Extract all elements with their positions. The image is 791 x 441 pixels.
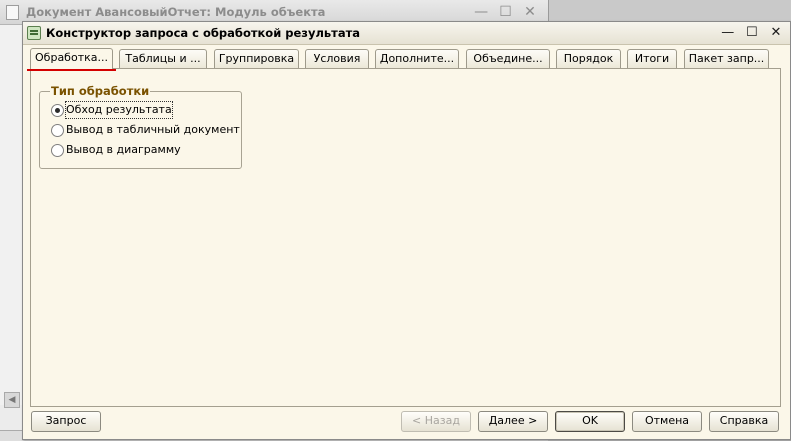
processing-type-group: Тип обработки Обход результата Вывод в т…: [39, 84, 242, 169]
back-button[interactable]: < Назад: [401, 411, 471, 432]
query-button[interactable]: Запрос: [31, 411, 101, 432]
radio-label: Обход результата: [65, 101, 173, 119]
tab-conditions[interactable]: Условия: [305, 49, 369, 68]
radio-label: Вывод в диаграмму: [66, 143, 181, 156]
tab-query-batch[interactable]: Пакет запр...: [684, 49, 769, 68]
tab-tables[interactable]: Таблицы и ...: [119, 49, 207, 68]
next-button[interactable]: Далее >: [478, 411, 548, 432]
processing-type-legend: Тип обработки: [50, 84, 151, 98]
tab-order[interactable]: Порядок: [556, 49, 621, 68]
minimize-button[interactable]: —: [718, 22, 738, 44]
scroll-left-arrow-icon[interactable]: ◀: [4, 392, 20, 408]
tab-processing[interactable]: Обработка...: [27, 48, 116, 71]
radio-button[interactable]: [51, 144, 64, 157]
radio-label: Вывод в табличный документ: [66, 123, 240, 136]
tab-grouping[interactable]: Группировка: [214, 49, 299, 68]
tab-unions[interactable]: Объедине...: [466, 49, 550, 68]
radio-button[interactable]: [51, 124, 64, 137]
tab-additional[interactable]: Дополните...: [375, 49, 459, 68]
tab-totals[interactable]: Итоги: [627, 49, 677, 68]
background-editor-gutter: [0, 25, 23, 405]
tab-panel-processing: Тип обработки Обход результата Вывод в т…: [30, 68, 781, 407]
query-builder-icon: [27, 26, 41, 40]
dialog-title: Конструктор запроса с обработкой результ…: [46, 26, 361, 40]
radio-button[interactable]: [51, 104, 64, 117]
maximize-button[interactable]: ☐: [742, 22, 762, 44]
dialog-titlebar[interactable]: Конструктор запроса с обработкой результ…: [23, 22, 790, 45]
help-button[interactable]: Справка: [709, 411, 779, 432]
close-button[interactable]: ✕: [766, 22, 786, 44]
ok-button[interactable]: OK: [555, 411, 625, 432]
document-icon: [6, 5, 19, 20]
cancel-button[interactable]: Отмена: [632, 411, 702, 432]
query-builder-dialog: Конструктор запроса с обработкой результ…: [22, 21, 791, 440]
